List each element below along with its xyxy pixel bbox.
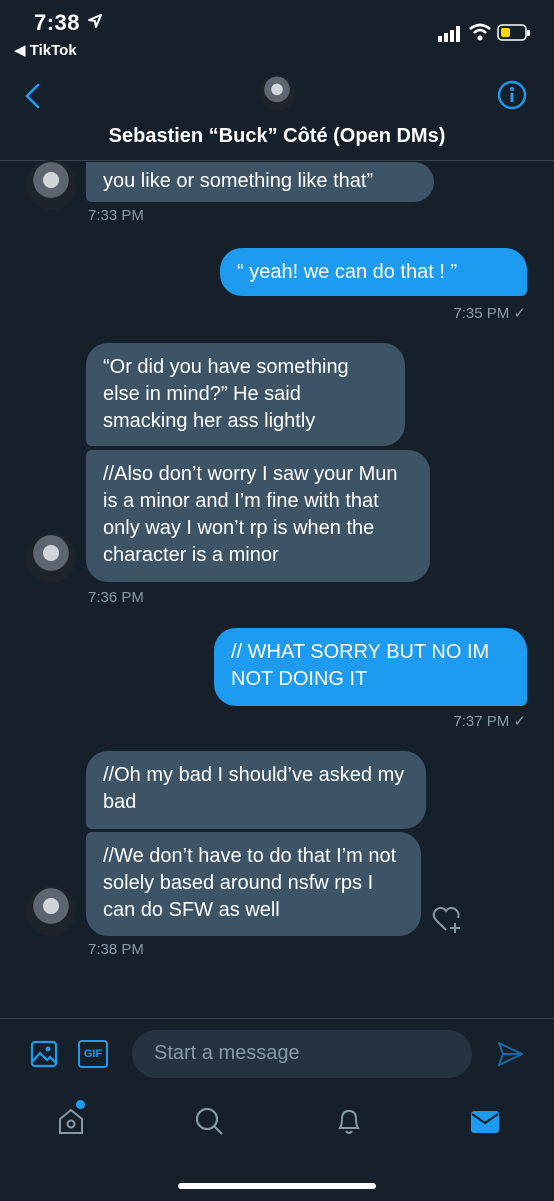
message-timestamp: 7:37 PM ✓ [453, 713, 526, 730]
back-chevron-icon[interactable] [24, 83, 42, 114]
notification-dot [76, 1100, 85, 1109]
info-icon[interactable] [497, 80, 527, 115]
message-bubble-incoming[interactable]: //Oh my bad I should’ve asked my bad [86, 751, 426, 829]
status-time: 7:38 [34, 10, 103, 36]
wifi-icon [468, 23, 492, 46]
send-icon[interactable] [496, 1040, 524, 1073]
conversation-title[interactable]: Sebastien “Buck” Côté (Open DMs) [0, 125, 554, 148]
message-input[interactable]: Start a message [132, 1030, 472, 1078]
messages-icon[interactable] [470, 1109, 500, 1140]
message-bubble-outgoing[interactable]: // WHAT SORRY BUT NO IM NOT DOING IT [214, 628, 527, 706]
signal-icon [438, 26, 464, 47]
sender-avatar[interactable] [26, 886, 76, 936]
message-bubble-incoming[interactable]: //We don’t have to do that I’m not solel… [86, 832, 421, 936]
home-indicator [178, 1183, 376, 1189]
location-arrow-icon [87, 14, 102, 28]
message-timestamp: 7:36 PM [88, 589, 144, 606]
gif-icon[interactable]: GIF [78, 1040, 108, 1068]
battery-icon [497, 24, 531, 47]
header-avatar[interactable] [259, 75, 295, 111]
react-heart-icon[interactable] [432, 906, 464, 939]
message-bubble-incoming[interactable]: //Also don’t worry I saw your Mun is a m… [86, 450, 430, 582]
notifications-icon[interactable] [334, 1106, 364, 1141]
back-to-app-link[interactable]: ◀ TikTok [14, 41, 77, 59]
message-timestamp: 7:33 PM [88, 207, 144, 224]
message-timestamp: 7:35 PM ✓ [453, 305, 526, 322]
sender-avatar[interactable] [26, 160, 76, 210]
home-icon[interactable] [56, 1100, 86, 1141]
message-bubble-incoming[interactable]: you like or something like that” [86, 162, 434, 202]
message-timestamp: 7:38 PM [88, 941, 144, 958]
image-icon[interactable] [30, 1040, 58, 1073]
message-bubble-outgoing[interactable]: “ yeah! we can do that ! ” [220, 248, 527, 296]
search-icon[interactable] [194, 1106, 224, 1141]
message-bubble-incoming[interactable]: “Or did you have something else in mind?… [86, 343, 405, 446]
sender-avatar[interactable] [26, 533, 76, 583]
